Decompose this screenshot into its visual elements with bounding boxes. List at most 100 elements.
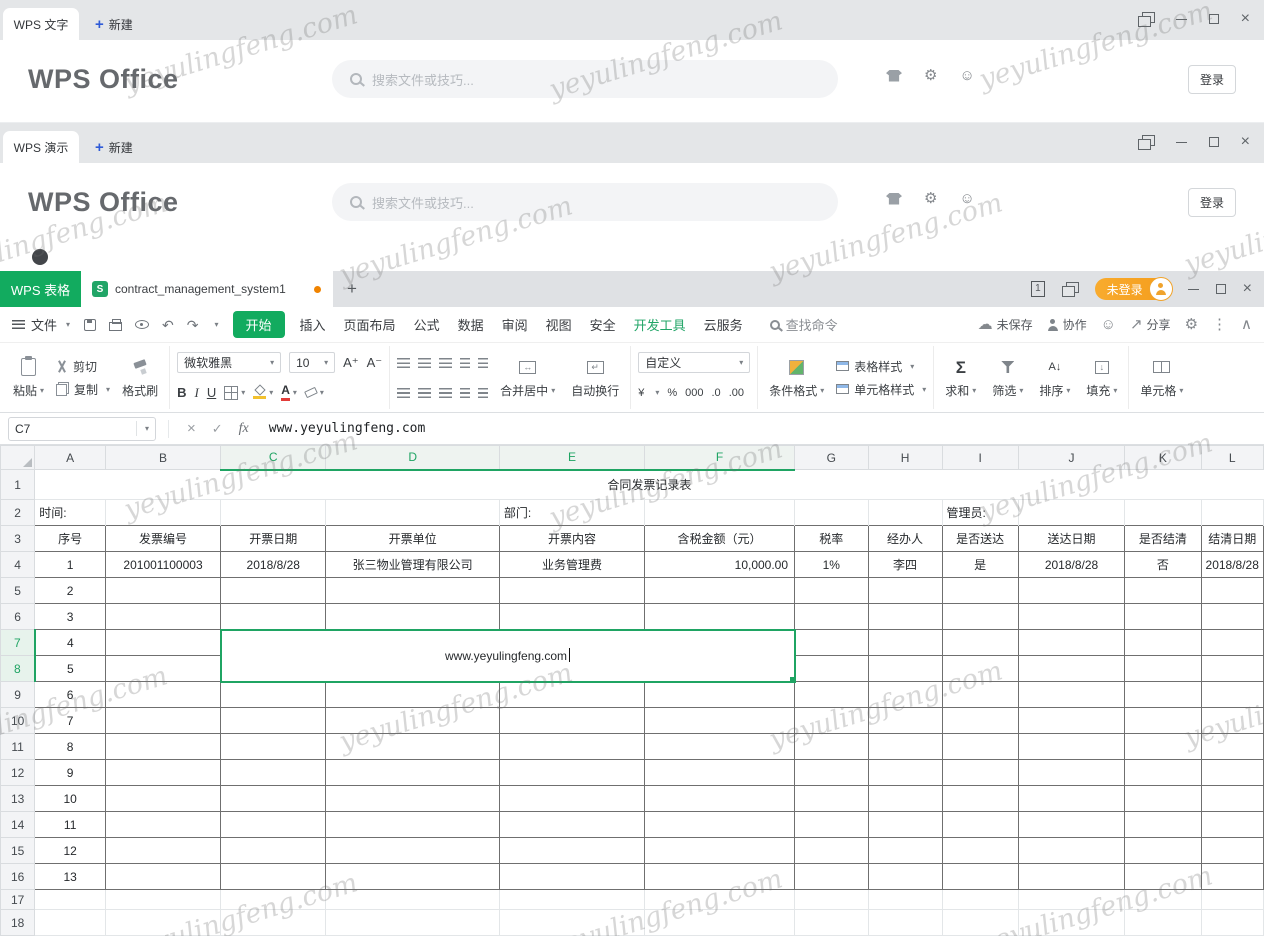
sum-button[interactable]: Σ 求和 ▾: [941, 356, 980, 399]
cell-J14[interactable]: [1017, 811, 1126, 838]
cell-G12[interactable]: [794, 759, 869, 786]
tab-5[interactable]: 审阅: [493, 315, 537, 334]
fill-button[interactable]: ↓ 填充 ▾: [1082, 356, 1121, 399]
cell-F11[interactable]: [644, 733, 796, 760]
cell-A8[interactable]: 5: [34, 655, 107, 682]
cell-B11[interactable]: [105, 733, 222, 760]
distribute-icon[interactable]: [478, 387, 489, 398]
cell-C2[interactable]: [220, 499, 327, 526]
cell-H13[interactable]: [867, 785, 943, 812]
cell-B18[interactable]: [105, 909, 222, 936]
minimize-icon[interactable]: [1187, 288, 1199, 290]
cell-J16[interactable]: [1017, 863, 1126, 890]
table-style-button[interactable]: 表格样式 ▾: [836, 358, 926, 375]
cell-A4[interactable]: 1: [34, 551, 107, 578]
cell-C6[interactable]: [220, 603, 327, 630]
align-middle-icon[interactable]: [418, 357, 432, 368]
settings-gear-icon[interactable]: ⚙: [924, 191, 937, 206]
cell-D2[interactable]: [325, 499, 500, 526]
row-header-2[interactable]: 2: [0, 499, 36, 526]
cell-B12[interactable]: [105, 759, 222, 786]
tab-1[interactable]: 插入: [291, 315, 335, 334]
cell-A12[interactable]: 9: [34, 759, 107, 786]
cell-C5[interactable]: [220, 577, 327, 604]
cell-H5[interactable]: [867, 577, 943, 604]
cell-D9[interactable]: [325, 681, 500, 708]
align-right-icon[interactable]: [439, 387, 453, 398]
sheet-app-tab[interactable]: WPS 表格: [0, 271, 81, 307]
cell-I12[interactable]: [941, 759, 1019, 786]
merge-center-button[interactable]: ↔ 合并居中 ▾: [496, 356, 559, 399]
collapse-ribbon-icon[interactable]: ∧: [1241, 317, 1252, 332]
writer-app-tab[interactable]: WPS 文字: [3, 8, 79, 40]
cell-B16[interactable]: [105, 863, 222, 890]
cell-L4[interactable]: 2018/8/28: [1200, 551, 1264, 578]
tab-home[interactable]: 开始: [232, 311, 285, 338]
cell-H7[interactable]: [867, 629, 943, 656]
cell-J13[interactable]: [1017, 785, 1126, 812]
cell-H12[interactable]: [867, 759, 943, 786]
cell-F5[interactable]: [644, 577, 796, 604]
cell-J5[interactable]: [1017, 577, 1126, 604]
cell-I11[interactable]: [941, 733, 1019, 760]
cell-D10[interactable]: [325, 707, 500, 734]
cell-G13[interactable]: [794, 785, 869, 812]
feedback-smiley-icon[interactable]: ☺: [1101, 317, 1116, 332]
cell-D3[interactable]: 开票单位: [325, 525, 500, 552]
column-header-L[interactable]: L: [1200, 445, 1264, 470]
cell-J9[interactable]: [1017, 681, 1126, 708]
cell-L18[interactable]: [1201, 909, 1264, 936]
font-size-select[interactable]: 10 ▾: [289, 352, 336, 373]
fill-color-button[interactable]: ▾: [253, 384, 273, 399]
cell-E10[interactable]: [498, 707, 646, 734]
cell-J2[interactable]: [1018, 499, 1126, 526]
maximize-icon[interactable]: [1208, 14, 1219, 24]
cell-G14[interactable]: [794, 811, 869, 838]
writer-search-bar[interactable]: 搜索文件或技巧...: [332, 60, 838, 98]
underline-button[interactable]: U: [207, 385, 216, 400]
cell-I4[interactable]: 是: [941, 551, 1019, 578]
cell-I3[interactable]: 是否送达: [941, 525, 1019, 552]
cell-D14[interactable]: [325, 811, 500, 838]
cell-title[interactable]: 合同发票记录表: [34, 469, 1264, 500]
collaborate-button[interactable]: 协作: [1047, 316, 1087, 333]
cell-E15[interactable]: [498, 837, 646, 864]
font-name-select[interactable]: 微软雅黑 ▾: [177, 352, 282, 373]
tab-4[interactable]: 数据: [449, 315, 493, 334]
cells-button[interactable]: 单元格 ▾: [1136, 356, 1187, 399]
cell-C11[interactable]: [220, 733, 327, 760]
row-header-14[interactable]: 14: [0, 811, 36, 838]
cell-L14[interactable]: [1200, 811, 1264, 838]
tab-3[interactable]: 公式: [405, 315, 449, 334]
column-header-I[interactable]: I: [941, 445, 1019, 470]
cell-D6[interactable]: [325, 603, 500, 630]
paste-button[interactable]: 粘贴 ▾: [9, 356, 48, 399]
row-header-16[interactable]: 16: [0, 863, 36, 890]
cell-G10[interactable]: [794, 707, 869, 734]
cell-C17[interactable]: [220, 889, 327, 910]
borders-button[interactable]: ▾: [224, 385, 245, 400]
cell-A2[interactable]: 时间:: [34, 499, 107, 526]
cell-B15[interactable]: [105, 837, 222, 864]
number-format-select[interactable]: 自定义 ▾: [638, 352, 751, 373]
column-header-E[interactable]: E: [498, 445, 646, 471]
cell-L6[interactable]: [1200, 603, 1264, 630]
column-header-F[interactable]: F: [644, 445, 796, 471]
currency-format-button[interactable]: ¥: [638, 387, 644, 399]
cell-B5[interactable]: [105, 577, 222, 604]
percent-format-button[interactable]: %: [667, 387, 677, 399]
column-header-D[interactable]: D: [325, 445, 500, 471]
sort-button[interactable]: A↓ 排序 ▾: [1035, 356, 1074, 399]
cell-J15[interactable]: [1017, 837, 1126, 864]
tab-7[interactable]: 安全: [581, 315, 625, 334]
cell-B17[interactable]: [105, 889, 222, 910]
cell-A3[interactable]: 序号: [34, 525, 107, 552]
cell-L16[interactable]: [1200, 863, 1264, 890]
cell-J18[interactable]: [1018, 909, 1126, 936]
cell-G11[interactable]: [794, 733, 869, 760]
column-header-H[interactable]: H: [867, 445, 943, 470]
cell-K4[interactable]: 否: [1124, 551, 1202, 578]
cell-style-button[interactable]: 单元格样式 ▾: [836, 381, 926, 398]
cell-H16[interactable]: [867, 863, 943, 890]
decrease-decimal-button[interactable]: .00: [729, 387, 744, 399]
